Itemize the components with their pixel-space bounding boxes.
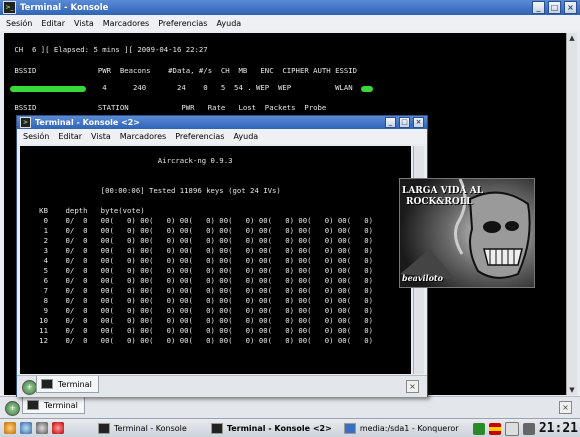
clipboard-icon[interactable] xyxy=(504,421,519,436)
task-label: Terminal - Konsole xyxy=(114,423,187,433)
terminal-line: 0 0/ 0 00( 0) 00( 0) 00( 0) 00( 0) 00( 0… xyxy=(26,216,374,225)
network-icon[interactable] xyxy=(472,422,485,435)
window-title: Terminal - Konsole xyxy=(20,2,109,13)
terminal-icon xyxy=(210,422,223,434)
tab-bar: + Terminal × xyxy=(0,396,580,419)
close-button[interactable]: × xyxy=(413,117,424,128)
menu-sesion[interactable]: Sesión xyxy=(6,19,32,28)
task-label: Terminal - Konsole <2> xyxy=(226,423,332,433)
terminal-line: 9 0/ 0 00( 0) 00( 0) 00( 0) 00( 0) 00( 0… xyxy=(26,306,374,315)
terminal-line: 5 0/ 0 00( 0) 00( 0) 00( 0) 00( 0) 00( 0… xyxy=(26,266,374,275)
menubar: Sesión Editar Vista Marcadores Preferenc… xyxy=(0,15,580,31)
menu-ayuda[interactable]: Ayuda xyxy=(233,132,258,141)
redacted-essid xyxy=(361,86,373,92)
rock-and-roll-image: LARGA VIDA AL ROCK&ROLL beaviloto xyxy=(399,178,535,288)
scroll-down-arrow-icon[interactable]: ▼ xyxy=(567,385,577,395)
close-button[interactable]: × xyxy=(564,1,577,14)
speaker-icon[interactable] xyxy=(522,422,535,435)
scroll-up-arrow-icon[interactable]: ▲ xyxy=(567,33,577,43)
tab-label: Terminal xyxy=(44,400,78,410)
menu-ayuda[interactable]: Ayuda xyxy=(216,19,241,28)
scrollbar[interactable]: ▲ ▼ xyxy=(566,33,577,395)
terminal-output[interactable]: Aircrack-ng 0.9.3 [00:00:06] Tested 1189… xyxy=(20,146,411,374)
terminal-line: 6 0/ 0 00( 0) 00( 0) 00( 0) 00( 0) 00( 0… xyxy=(26,276,374,285)
terminal-line: 7 0/ 0 00( 0) 00( 0) 00( 0) 00( 0) 00( 0… xyxy=(26,286,374,295)
tab-terminal[interactable]: Terminal xyxy=(22,397,85,414)
task-terminal-2[interactable]: Terminal - Konsole <2> xyxy=(210,422,332,434)
konsole-launcher-icon[interactable] xyxy=(36,422,48,434)
terminal-line: CH 6 ][ Elapsed: 5 mins ][ 2009-04-16 22… xyxy=(10,45,208,54)
window-titlebar[interactable]: >_ Terminal - Konsole _ □ × xyxy=(0,0,580,15)
terminal-icon xyxy=(41,379,53,389)
minimize-button[interactable]: _ xyxy=(385,117,396,128)
maximize-button[interactable]: □ xyxy=(548,1,561,14)
close-tab-icon[interactable]: × xyxy=(406,380,419,393)
tab-label: Terminal xyxy=(58,379,92,389)
terminal-line: [00:00:06] Tested 11896 keys (got 24 IVs… xyxy=(26,186,281,195)
home-folder-icon[interactable] xyxy=(20,422,32,434)
new-tab-icon[interactable]: + xyxy=(22,380,37,395)
menu-preferencias[interactable]: Preferencias xyxy=(158,19,207,28)
task-terminal[interactable]: Terminal - Konsole xyxy=(98,422,187,434)
airodump-header: BSSID PWR Beacons #Data, #/s CH MB ENC C… xyxy=(10,66,358,75)
task-konqueror[interactable]: media:/sda1 - Konqueror xyxy=(343,422,459,434)
terminal-line: 2 0/ 0 00( 0) 00( 0) 00( 0) 00( 0) 00( 0… xyxy=(26,236,374,245)
terminal-icon xyxy=(98,422,110,434)
terminal-line: 11 0/ 0 00( 0) 00( 0) 00( 0) 00( 0) 00( … xyxy=(26,326,374,335)
close-tab-icon[interactable]: × xyxy=(559,401,572,414)
konsole-window-2: > Terminal - Konsole <2> _ □ × Sesión Ed… xyxy=(16,115,428,397)
taskbar: Terminal - Konsole Terminal - Konsole <2… xyxy=(0,418,580,437)
terminal-line: Aircrack-ng 0.9.3 xyxy=(26,156,233,165)
system-tray: 21:21 xyxy=(472,421,578,436)
terminal-line: 12 0/ 0 00( 0) 00( 0) 00( 0) 00( 0) 00( … xyxy=(26,336,374,345)
tab-terminal[interactable]: Terminal xyxy=(36,376,99,393)
new-tab-icon[interactable]: + xyxy=(5,401,20,416)
menu-marcadores[interactable]: Marcadores xyxy=(103,19,149,28)
browser-launcher-icon[interactable] xyxy=(52,422,64,434)
aircrack-output: Aircrack-ng 0.9.3 [00:00:06] Tested 1189… xyxy=(26,146,373,346)
terminal-line: 8 0/ 0 00( 0) 00( 0) 00( 0) 00( 0) 00( 0… xyxy=(26,296,374,305)
kde-menu-icon[interactable] xyxy=(4,422,16,434)
konqueror-icon xyxy=(343,422,356,434)
menu-preferencias[interactable]: Preferencias xyxy=(175,132,224,141)
konsole-app-icon[interactable]: > xyxy=(20,117,31,128)
menu-editar[interactable]: Editar xyxy=(41,19,65,28)
window-title: Terminal - Konsole <2> xyxy=(35,118,141,127)
poster-title-line2: ROCK&ROLL xyxy=(406,197,473,207)
terminal-line: 10 0/ 0 00( 0) 00( 0) 00( 0) 00( 0) 00( … xyxy=(26,316,374,325)
keyboard-layout-flag-icon[interactable] xyxy=(488,422,501,435)
task-label: media:/sda1 - Konqueror xyxy=(359,423,459,433)
airodump-ap-row: 4 240 24 0 5 54 . WEP WEP WLAN xyxy=(10,83,353,92)
menubar: Sesión Editar Vista Marcadores Preferenc… xyxy=(17,129,427,144)
minimize-button[interactable]: _ xyxy=(532,1,545,14)
maximize-button[interactable]: □ xyxy=(399,117,410,128)
terminal-line: KB depth byte(vote) xyxy=(26,206,145,215)
airodump-station-header: BSSID STATION PWR Rate Lost Packets Prob… xyxy=(10,103,327,112)
terminal-line: 3 0/ 0 00( 0) 00( 0) 00( 0) 00( 0) 00( 0… xyxy=(26,246,374,255)
tab-bar: + Terminal × xyxy=(17,375,427,397)
window-titlebar[interactable]: > Terminal - Konsole <2> _ □ × xyxy=(17,116,427,129)
menu-marcadores[interactable]: Marcadores xyxy=(120,132,166,141)
menu-sesion[interactable]: Sesión xyxy=(23,132,49,141)
terminal-icon xyxy=(27,400,39,410)
menu-editar[interactable]: Editar xyxy=(58,132,82,141)
menu-vista[interactable]: Vista xyxy=(91,132,111,141)
menu-vista[interactable]: Vista xyxy=(74,19,94,28)
poster-title-line1: LARGA VIDA AL xyxy=(402,186,484,196)
terminal-line: 1 0/ 0 00( 0) 00( 0) 00( 0) 00( 0) 00( 0… xyxy=(26,226,374,235)
konsole-app-icon[interactable]: >_ xyxy=(3,1,16,14)
poster-signature: beaviloto xyxy=(402,273,443,283)
terminal-line: 4 0/ 0 00( 0) 00( 0) 00( 0) 00( 0) 00( 0… xyxy=(26,256,374,265)
clock[interactable]: 21:21 xyxy=(539,421,578,436)
